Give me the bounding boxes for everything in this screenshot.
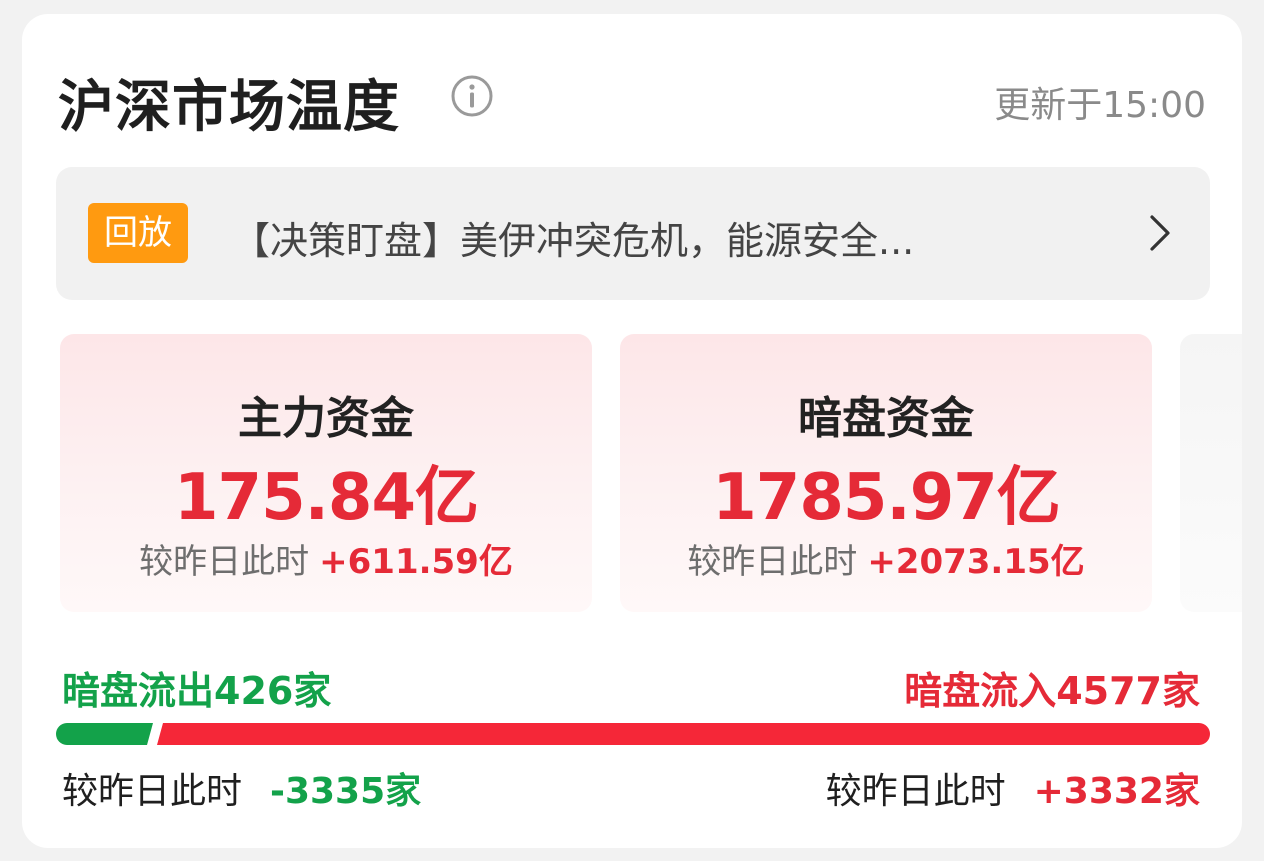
dark-pool-fund-value: 1785.97亿: [712, 461, 1061, 535]
outflow-delta: 较昨日此时 -3335家: [62, 762, 421, 814]
main-fund-label: 主力资金: [238, 393, 414, 444]
outflow-delta-label: 较昨日此时: [62, 771, 243, 812]
next-card-peek[interactable]: [1180, 334, 1242, 612]
page-title: 沪深市场温度: [58, 75, 400, 140]
main-fund-delta-value: +611.59亿: [319, 542, 513, 582]
card-header: 沪深市场温度 更新于15:00: [22, 14, 1242, 164]
inflow-bar-segment: [157, 723, 1210, 745]
inflow-delta: 较昨日此时 +3332家: [826, 762, 1200, 814]
dark-pool-fund-label: 暗盘资金: [798, 393, 974, 444]
flow-ratio-bar: [56, 723, 1210, 745]
inflow-delta-value: +3332家: [1033, 771, 1200, 812]
main-fund-value: 175.84亿: [174, 461, 479, 535]
main-fund-delta: 较昨日此时 +611.59亿: [60, 534, 592, 583]
update-time: 更新于15:00: [994, 85, 1206, 126]
outflow-bar-segment: [56, 723, 153, 745]
dark-pool-fund-card[interactable]: 暗盘资金 1785.97亿 较昨日此时 +2073.15亿: [620, 334, 1152, 612]
dark-pool-fund-delta-label: 较昨日此时: [687, 542, 858, 582]
info-icon[interactable]: [450, 74, 494, 118]
replay-banner[interactable]: 回放 【决策盯盘】美伊冲突危机，能源安全...: [56, 167, 1210, 300]
dark-pool-fund-delta-value: +2073.15亿: [867, 542, 1085, 582]
dark-pool-fund-delta: 较昨日此时 +2073.15亿: [620, 534, 1152, 583]
replay-badge: 回放: [88, 203, 188, 263]
banner-headline: 【决策盯盘】美伊冲突危机，能源安全...: [232, 219, 915, 263]
outflow-label: 暗盘流出426家: [62, 669, 332, 713]
chevron-right-icon: [1150, 215, 1170, 251]
outflow-delta-value: -3335家: [270, 771, 422, 812]
main-fund-delta-label: 较昨日此时: [139, 542, 310, 582]
main-fund-card[interactable]: 主力资金 175.84亿 较昨日此时 +611.59亿: [60, 334, 592, 612]
inflow-label: 暗盘流入4577家: [904, 669, 1200, 713]
inflow-delta-label: 较昨日此时: [825, 771, 1006, 812]
market-temperature-card: 沪深市场温度 更新于15:00 回放 【决策盯盘】美伊冲突危机，能源安全... …: [22, 14, 1242, 848]
